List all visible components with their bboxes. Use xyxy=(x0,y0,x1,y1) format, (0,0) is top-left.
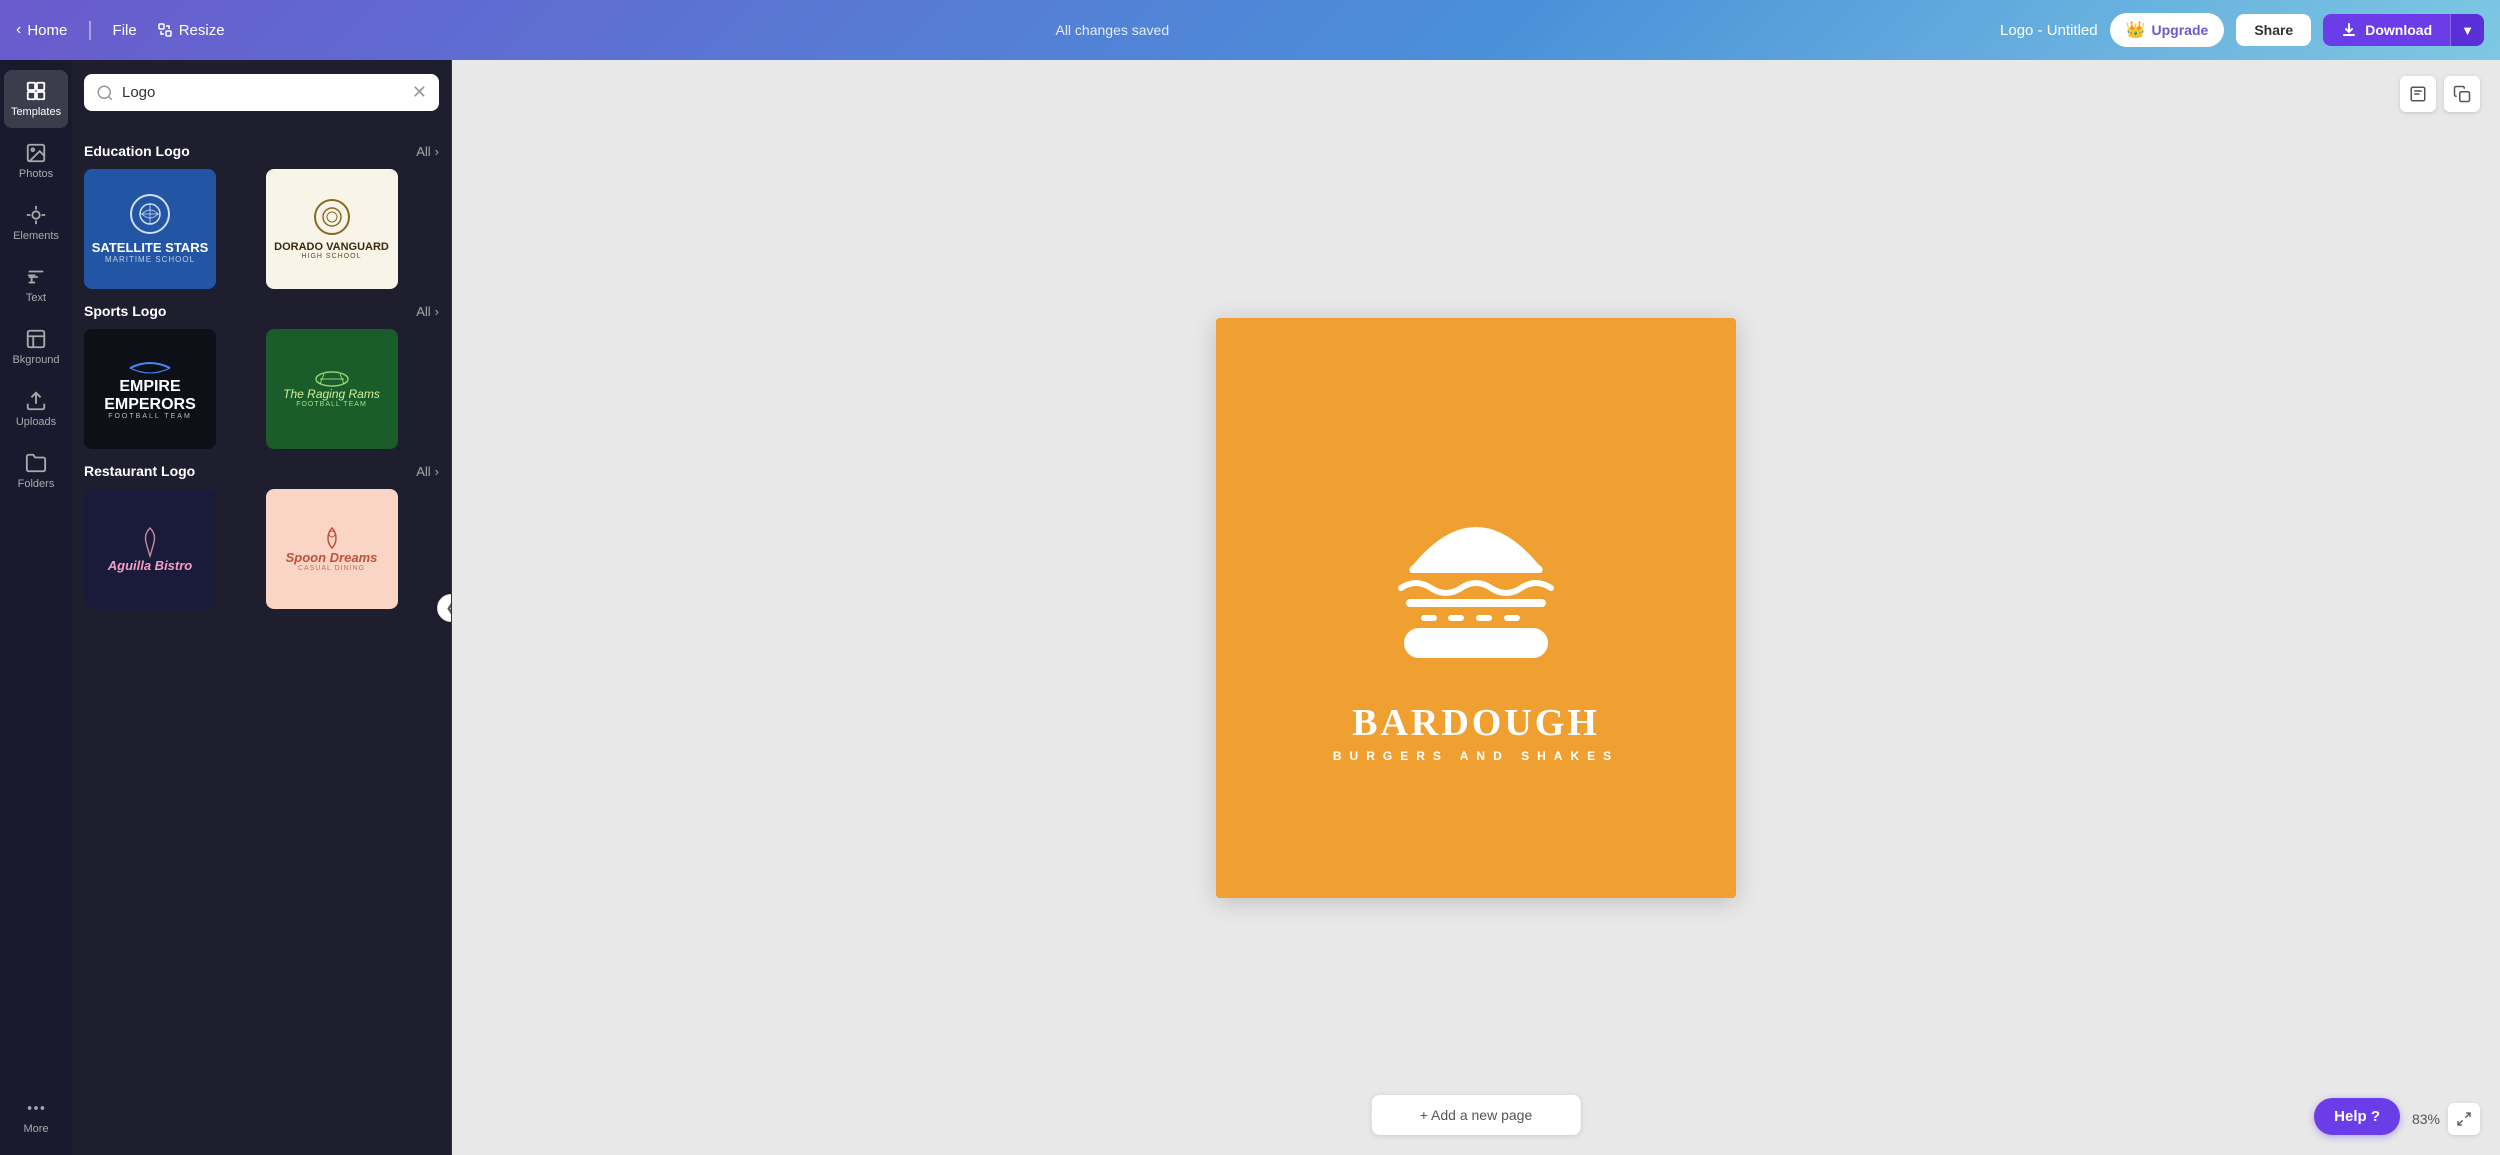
canvas-wrapper: BARDOUGH BURGERS AND SHAKES xyxy=(1216,318,1736,898)
sidebar-item-more[interactable]: More xyxy=(4,1087,68,1145)
restaurant-logo-grid: Aguilla Bistro Spoon Dreams CASUAL DININ… xyxy=(84,489,439,609)
download-button-group: Download ▼ xyxy=(2323,14,2484,46)
brand-name: BARDOUGH xyxy=(1352,701,1600,745)
upgrade-button[interactable]: 👑 Upgrade xyxy=(2110,13,2225,47)
spoon-dreams-logo-icon xyxy=(320,526,344,550)
home-button[interactable]: ‹ Home xyxy=(16,21,67,39)
download-icon xyxy=(2341,22,2357,38)
resize-icon xyxy=(157,22,173,38)
template-card-sports-1[interactable]: EMPIREEMPERORS FOOTBALL TEAM xyxy=(84,329,216,449)
template-card-sports-2[interactable]: The Raging Rams FOOTBALL TEAM xyxy=(266,329,398,449)
canvas-toolbar xyxy=(2400,76,2480,112)
search-bar: ✕ xyxy=(84,74,439,111)
clear-search-button[interactable]: ✕ xyxy=(412,82,427,103)
search-bar-wrap: ✕ xyxy=(72,60,451,121)
sports-logo-all-button[interactable]: All › xyxy=(416,304,439,319)
document-title: Logo - Untitled xyxy=(2000,22,2098,39)
sports-logo-grid: EMPIREEMPERORS FOOTBALL TEAM The Raging … xyxy=(84,329,439,449)
templates-scroll: Education Logo All › xyxy=(72,121,451,1155)
notes-button[interactable] xyxy=(2400,76,2436,112)
search-input[interactable] xyxy=(122,84,404,101)
main-layout: Templates Photos Elements T Text xyxy=(0,60,2500,1155)
download-dropdown-button[interactable]: ▼ xyxy=(2450,14,2484,46)
template-card-rest-2[interactable]: Spoon Dreams CASUAL DINING xyxy=(266,489,398,609)
sidebar-item-elements[interactable]: Elements xyxy=(4,194,68,252)
raging-rams-logo-icon xyxy=(312,371,352,387)
download-button[interactable]: Download xyxy=(2323,14,2450,46)
restaurant-logo-title: Restaurant Logo xyxy=(84,463,195,479)
restaurant-logo-section-header: Restaurant Logo All › xyxy=(84,463,439,479)
upload-icon xyxy=(25,390,47,412)
templates-icon xyxy=(25,80,47,102)
templates-panel: ✕ Education Logo All › xyxy=(72,60,452,1155)
canvas-area: BARDOUGH BURGERS AND SHAKES + Add a new … xyxy=(452,60,2500,1155)
sidebar-item-photos[interactable]: Photos xyxy=(4,132,68,190)
sidebar-item-templates[interactable]: Templates xyxy=(4,70,68,128)
sidebar-item-background[interactable]: Bkground xyxy=(4,318,68,376)
sidebar-item-folders[interactable]: Folders xyxy=(4,442,68,500)
add-page-bar[interactable]: + Add a new page xyxy=(1372,1095,1581,1135)
education-logo-grid: SATELLITE STARS MARITIME SCHOOL DORADO V… xyxy=(84,169,439,289)
folder-icon xyxy=(25,452,47,474)
zoom-controls: 83% xyxy=(2412,1103,2480,1135)
text-icon: T xyxy=(25,266,47,288)
more-icon xyxy=(25,1097,47,1119)
background-icon xyxy=(25,328,47,350)
template-card-edu-2[interactable]: DORADO VANGUARD HIGH SCHOOL xyxy=(266,169,398,289)
share-button[interactable]: Share xyxy=(2236,14,2311,46)
restaurant-logo-all-button[interactable]: All › xyxy=(416,464,439,479)
help-button[interactable]: Help ? xyxy=(2314,1098,2400,1135)
sports-logo-section-header: Sports Logo All › xyxy=(84,303,439,319)
search-icon xyxy=(96,84,114,102)
zoom-expand-button[interactable] xyxy=(2448,1103,2480,1135)
sports-logo-title: Sports Logo xyxy=(84,303,166,319)
copy-button[interactable] xyxy=(2444,76,2480,112)
burger-logo-icon xyxy=(1366,453,1586,693)
file-menu-button[interactable]: File xyxy=(113,22,137,39)
svg-text:T: T xyxy=(28,271,36,286)
resize-button[interactable]: Resize xyxy=(157,22,225,39)
elements-icon xyxy=(25,204,47,226)
expand-icon xyxy=(2456,1111,2472,1127)
autosave-status: All changes saved xyxy=(241,22,1984,38)
brand-sub: BURGERS AND SHAKES xyxy=(1333,749,1619,763)
education-logo-title: Education Logo xyxy=(84,143,190,159)
sidebar-item-uploads[interactable]: Uploads xyxy=(4,380,68,438)
dorado-vanguard-logo-icon xyxy=(319,204,345,230)
template-card-rest-1[interactable]: Aguilla Bistro xyxy=(84,489,216,609)
empire-emperors-logo-icon xyxy=(125,358,175,378)
copy-icon xyxy=(2453,85,2471,103)
icon-sidebar: Templates Photos Elements T Text xyxy=(0,60,72,1155)
aguilla-bistro-logo-icon xyxy=(138,526,162,558)
education-logo-all-button[interactable]: All › xyxy=(416,144,439,159)
satellite-stars-logo-icon xyxy=(136,200,164,228)
education-logo-section-header: Education Logo All › xyxy=(84,143,439,159)
topbar: ‹ Home | File Resize All changes saved L… xyxy=(0,0,2500,60)
template-card-edu-1[interactable]: SATELLITE STARS MARITIME SCHOOL xyxy=(84,169,216,289)
notes-icon xyxy=(2409,85,2427,103)
zoom-label: 83% xyxy=(2412,1111,2440,1127)
canvas-card[interactable]: BARDOUGH BURGERS AND SHAKES xyxy=(1216,318,1736,898)
photos-icon xyxy=(25,142,47,164)
sidebar-item-text[interactable]: T Text xyxy=(4,256,68,314)
